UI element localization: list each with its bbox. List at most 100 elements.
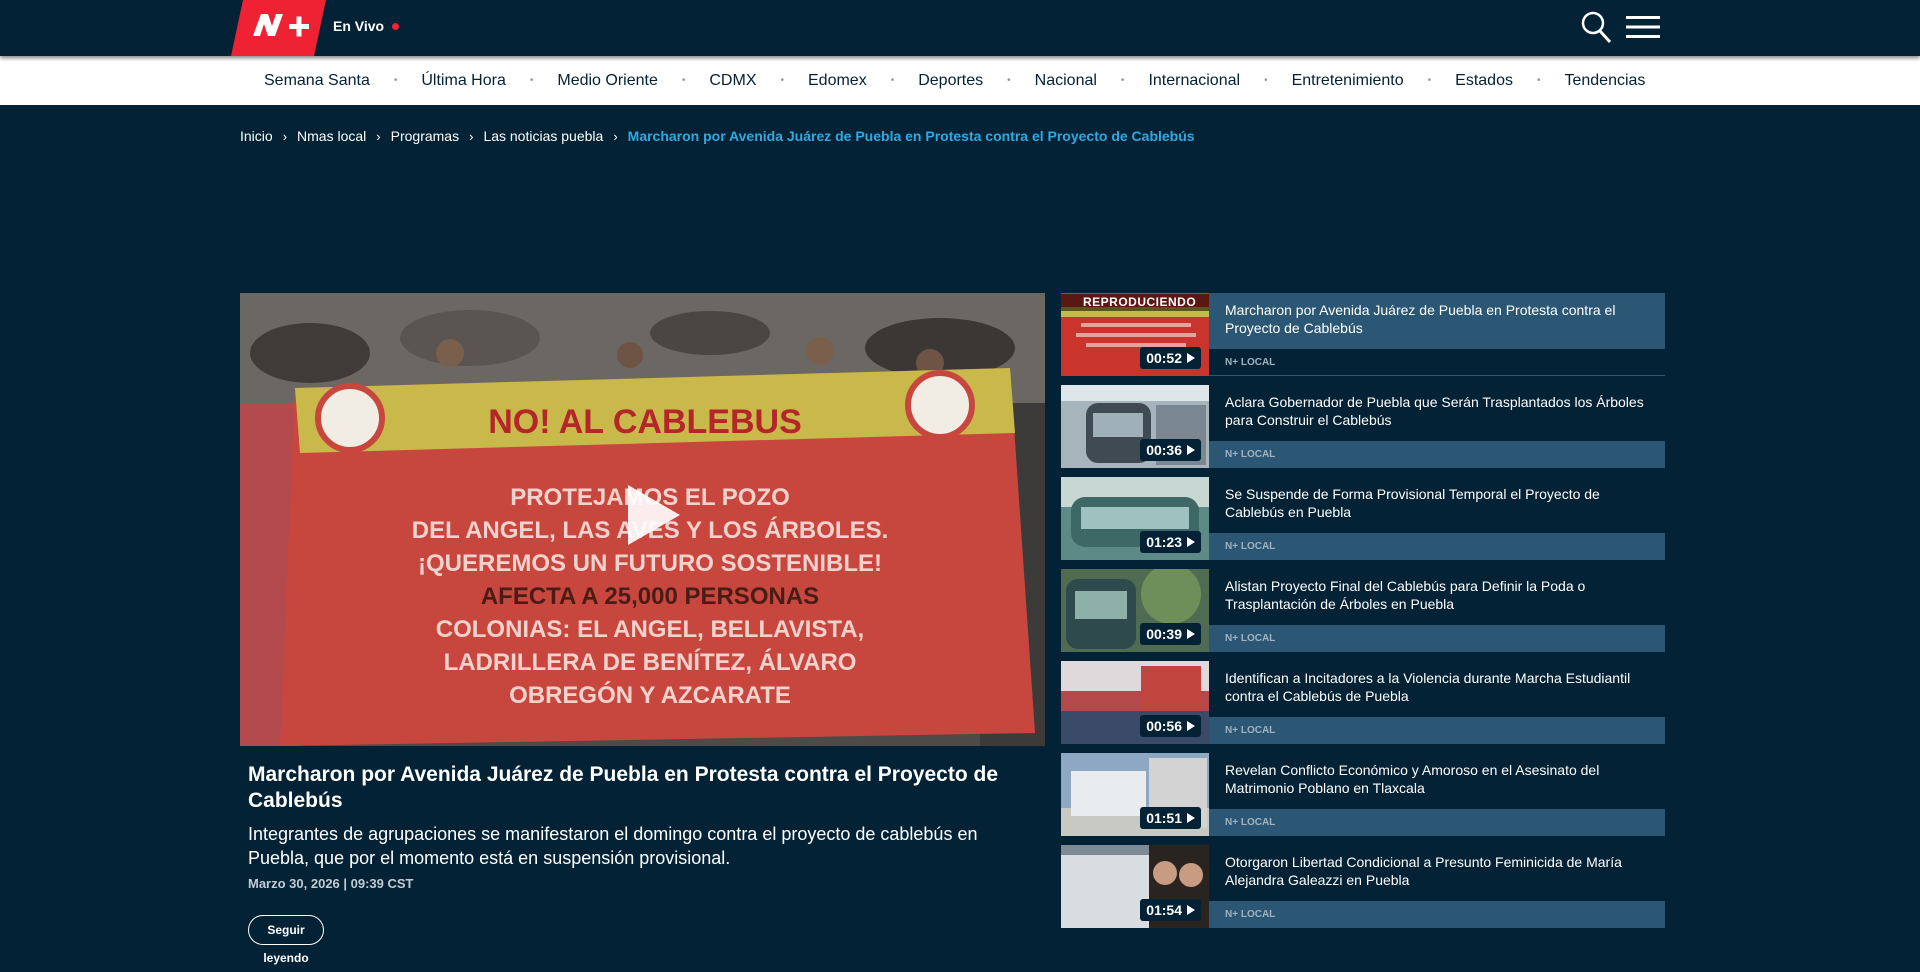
live-link[interactable]: En Vivo (333, 18, 400, 34)
chevron-right-icon: › (282, 128, 288, 144)
playlist-item-title[interactable]: Se Suspende de Forma Provisional Tempora… (1225, 485, 1655, 521)
playlist-item-tag: N+ LOCAL (1209, 441, 1665, 468)
now-playing-label: REPRODUCIENDO (1061, 294, 1209, 311)
playlist-item[interactable]: 00:56 Identifican a Incitadores a la Vio… (1061, 661, 1665, 744)
banner-headline: NO! AL CABLEBUS (488, 403, 802, 441)
playlist-thumbnail: 01:51 (1061, 753, 1209, 836)
banner-line: ¡QUEREMOS UN FUTURO SOSTENIBLE! (418, 550, 882, 577)
playlist-item[interactable]: 00:36 Aclara Gobernador de Puebla que Se… (1061, 385, 1665, 468)
playlist-item[interactable]: REPRODUCIENDO 00:52 Marcharon por Avenid… (1061, 293, 1665, 376)
duration-badge: 00:52 (1140, 347, 1201, 369)
playlist-item-body: Revelan Conflicto Económico y Amoroso en… (1209, 753, 1665, 836)
follow-reading-button[interactable]: Seguir leyendo (248, 915, 324, 965)
playlist-item-body: Otorgaron Libertad Condicional a Presunt… (1209, 845, 1665, 928)
playlist-item-body: Identifican a Incitadores a la Violencia… (1209, 661, 1665, 744)
nav-list: Semana Santa • Última Hora • Medio Orien… (240, 56, 1669, 105)
playlist-item-tag: N+ LOCAL (1209, 809, 1665, 836)
playlist-item-body: Marcharon por Avenida Juárez de Puebla e… (1209, 293, 1665, 376)
playlist-item-title[interactable]: Revelan Conflicto Económico y Amoroso en… (1225, 761, 1655, 797)
duration-badge: 01:54 (1140, 899, 1201, 921)
play-icon (1187, 905, 1195, 915)
playlist-thumbnail: 00:56 (1061, 661, 1209, 744)
nav-item-internacional[interactable]: Internacional (1124, 72, 1264, 90)
chevron-right-icon: › (376, 128, 381, 144)
breadcrumb-current: Marcharon por Avenida Juárez de Puebla e… (627, 128, 1195, 144)
nav-item-medio-oriente[interactable]: Medio Oriente (533, 72, 682, 90)
play-icon (1187, 721, 1195, 731)
play-icon (1187, 813, 1195, 823)
duration-badge: 00:36 (1140, 439, 1201, 461)
duration-text: 00:36 (1146, 442, 1182, 458)
duration-badge: 01:23 (1140, 531, 1201, 553)
menu-icon[interactable] (1626, 14, 1660, 40)
playlist-item-tag: N+ LOCAL (1209, 533, 1665, 560)
chevron-right-icon: › (613, 128, 618, 144)
banner-line: OBREGÓN Y AZCARATE (509, 681, 791, 709)
banner-line: LADRILLERA DE BENÍTEZ, ÁLVARO (444, 648, 857, 676)
duration-text: 00:52 (1146, 350, 1182, 366)
nav-item-deportes[interactable]: Deportes (894, 72, 1007, 90)
live-label: En Vivo (333, 18, 385, 34)
play-icon (1187, 353, 1195, 363)
nav-item-cdmx[interactable]: CDMX (685, 72, 780, 90)
nav-item-estados[interactable]: Estados (1431, 72, 1537, 90)
live-dot-icon (392, 22, 400, 30)
breadcrumb: Inicio › Nmas local › Programas › Las no… (240, 128, 1195, 144)
playlist-item-title[interactable]: Marcharon por Avenida Juárez de Puebla e… (1225, 301, 1655, 337)
play-icon (1187, 537, 1195, 547)
search-icon[interactable] (1580, 10, 1612, 44)
nav-item-ultima-hora[interactable]: Última Hora (397, 72, 529, 90)
nav-item-tendencias[interactable]: Tendencias (1540, 72, 1669, 90)
playlist-item-title[interactable]: Aclara Gobernador de Puebla que Serán Tr… (1225, 393, 1655, 429)
playlist-item-body: Alistan Proyecto Final del Cablebús para… (1209, 569, 1665, 652)
video-date: Marzo 30, 2026 | 09:39 CST (248, 876, 414, 891)
nav-item-nacional[interactable]: Nacional (1011, 72, 1121, 90)
playlist-item-tag: N+ LOCAL (1209, 349, 1665, 376)
video-description: Integrantes de agrupaciones se manifesta… (248, 824, 978, 868)
playlist-thumbnail: 00:39 (1061, 569, 1209, 652)
playlist-thumbnail: 01:23 (1061, 477, 1209, 560)
playlist-item-tag: N+ LOCAL (1209, 625, 1665, 652)
playlist-item-body: Se Suspende de Forma Provisional Tempora… (1209, 477, 1665, 560)
chevron-right-icon: › (469, 128, 474, 144)
play-icon[interactable] (620, 483, 684, 547)
video-title: Marcharon por Avenida Juárez de Puebla e… (248, 763, 999, 812)
playlist-thumbnail: 01:54 (1061, 845, 1209, 928)
logo[interactable] (231, 0, 326, 56)
play-icon (1187, 445, 1195, 455)
duration-text: 00:56 (1146, 718, 1182, 734)
top-bar: En Vivo (0, 0, 1920, 56)
nav-item-edomex[interactable]: Edomex (784, 72, 891, 90)
breadcrumb-programas[interactable]: Programas (391, 128, 459, 144)
banner-line: AFECTA A 25,000 PERSONAS (481, 583, 819, 610)
breadcrumb-nmas-local[interactable]: Nmas local (297, 128, 366, 144)
banner-line: COLONIAS: EL ANGEL, BELLAVISTA, (436, 616, 864, 643)
video-playlist: REPRODUCIENDO 00:52 Marcharon por Avenid… (1061, 293, 1665, 937)
duration-text: 01:23 (1146, 534, 1182, 550)
playlist-item-tag: N+ LOCAL (1209, 901, 1665, 928)
duration-badge: 00:56 (1140, 715, 1201, 737)
nav-item-entretenimiento[interactable]: Entretenimiento (1268, 72, 1428, 90)
playlist-item[interactable]: 01:54 Otorgaron Libertad Condicional a P… (1061, 845, 1665, 928)
duration-text: 01:54 (1146, 902, 1182, 918)
duration-badge: 00:39 (1140, 623, 1201, 645)
playlist-item-tag: N+ LOCAL (1209, 717, 1665, 744)
duration-badge: 01:51 (1140, 807, 1201, 829)
nav-item-semana-santa[interactable]: Semana Santa (240, 72, 394, 90)
play-icon (1187, 629, 1195, 639)
playlist-item-body: Aclara Gobernador de Puebla que Serán Tr… (1209, 385, 1665, 468)
playlist-item-title[interactable]: Otorgaron Libertad Condicional a Presunt… (1225, 853, 1655, 889)
playlist-item-title[interactable]: Alistan Proyecto Final del Cablebús para… (1225, 577, 1655, 613)
playlist-item[interactable]: 01:51 Revelan Conflicto Económico y Amor… (1061, 753, 1665, 836)
playlist-item[interactable]: 01:23 Se Suspende de Forma Provisional T… (1061, 477, 1665, 560)
video-player[interactable]: NO! AL CABLEBUS PROTEJAMOS EL POZO DEL A… (240, 293, 1045, 746)
playlist-thumbnail: 00:36 (1061, 385, 1209, 468)
duration-text: 01:51 (1146, 810, 1182, 826)
playlist-thumbnail: REPRODUCIENDO 00:52 (1061, 293, 1209, 376)
breadcrumb-las-noticias-puebla[interactable]: Las noticias puebla (483, 128, 603, 144)
playlist-item-title[interactable]: Identifican a Incitadores a la Violencia… (1225, 669, 1655, 705)
section-nav: Semana Santa • Última Hora • Medio Orien… (0, 56, 1920, 105)
breadcrumb-inicio[interactable]: Inicio (240, 128, 273, 144)
duration-text: 00:39 (1146, 626, 1182, 642)
playlist-item[interactable]: 00:39 Alistan Proyecto Final del Cablebú… (1061, 569, 1665, 652)
